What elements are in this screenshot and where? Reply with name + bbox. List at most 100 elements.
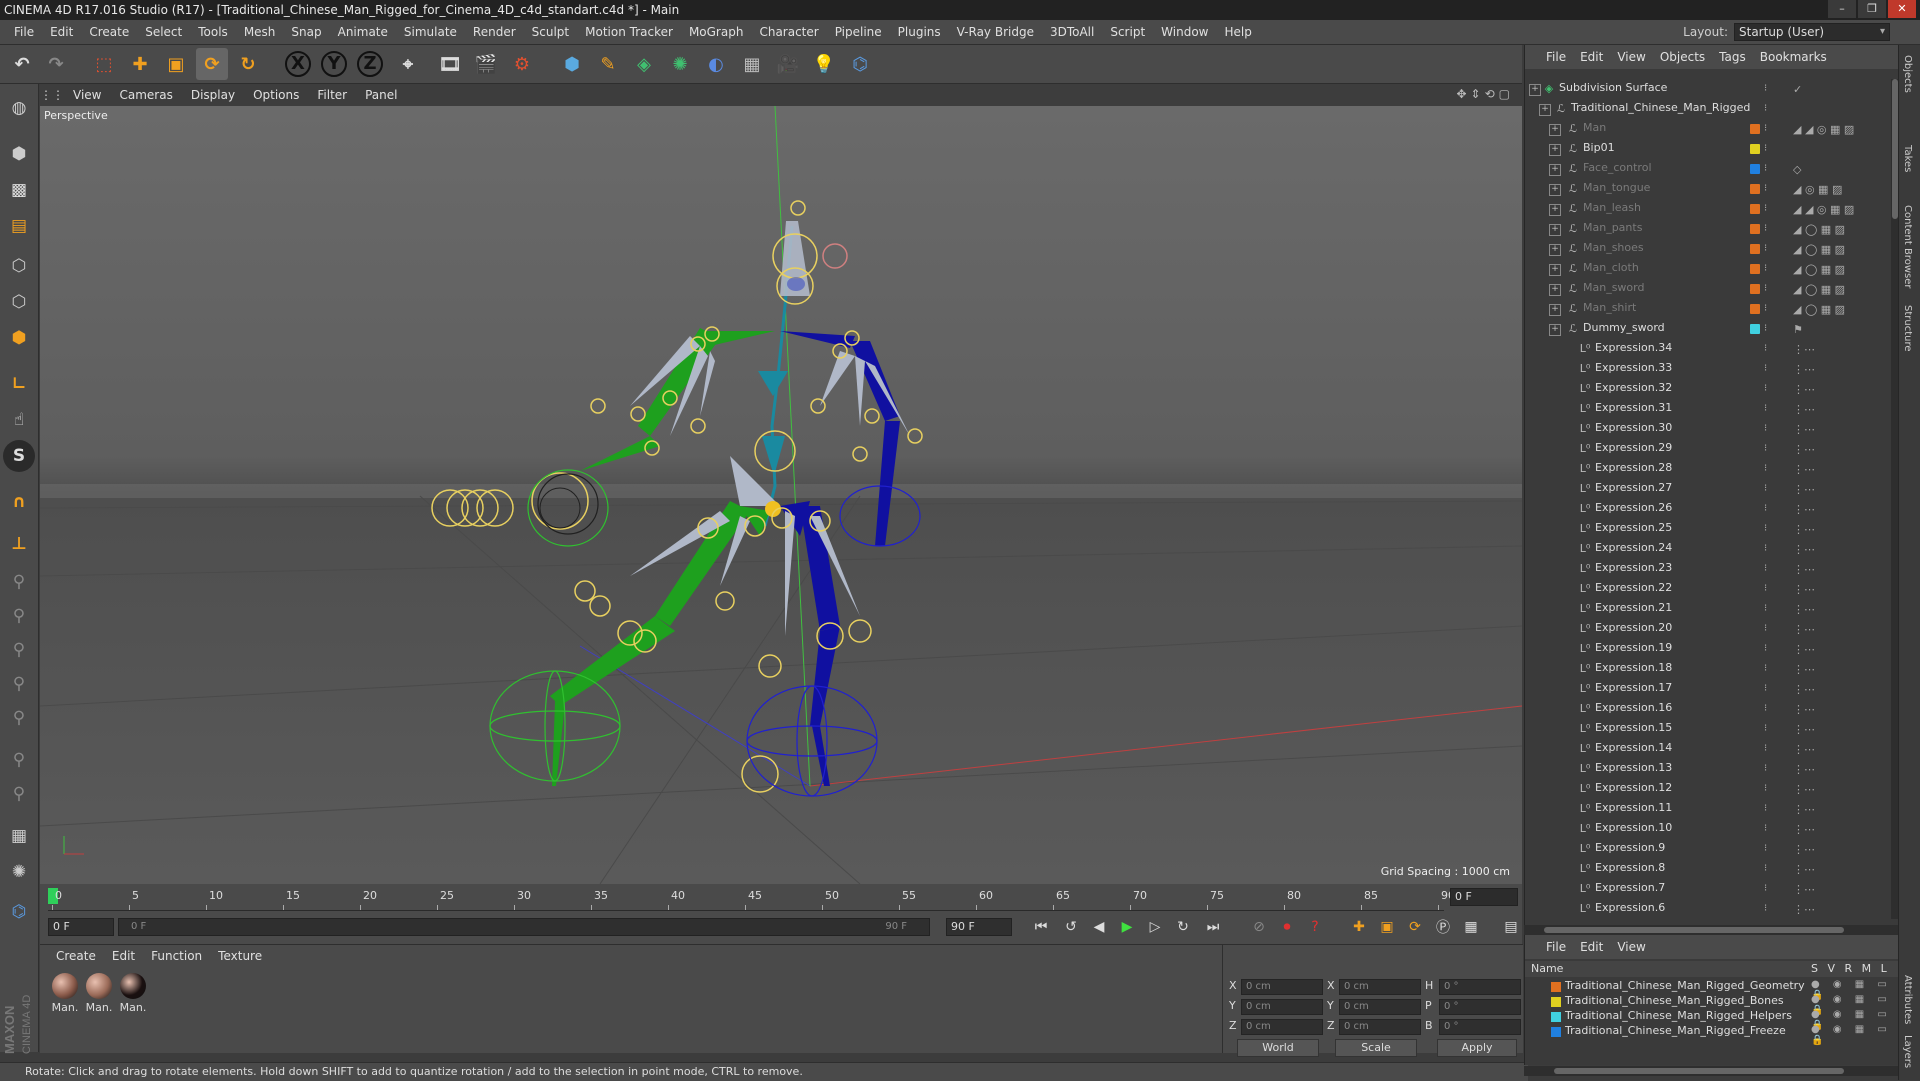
menu-motion-tracker[interactable]: Motion Tracker <box>577 20 681 44</box>
visibility-dots-icon[interactable]: ⁝ <box>1764 743 1774 755</box>
object-row[interactable]: + ℒ Man_shoes ⁝ ◢ ◯ ▦ ▨ <box>1525 239 1889 259</box>
layer-menu-file[interactable]: File <box>1539 940 1573 954</box>
object-row[interactable]: L⁰ Expression.29 ⁝ ⋮⋯ <box>1525 439 1889 459</box>
close-button[interactable]: ✕ <box>1888 0 1916 18</box>
expand-toggle-icon[interactable]: + <box>1529 84 1541 96</box>
weight-tool-icon[interactable]: ⚲ <box>3 702 35 734</box>
key-rotation-icon[interactable]: ⟳ <box>1404 916 1426 938</box>
orbit-icon[interactable]: ⟲ <box>1485 87 1495 101</box>
object-row[interactable]: L⁰ Expression.19 ⁝ ⋮⋯ <box>1525 639 1889 659</box>
render-settings-icon[interactable]: ⚙ <box>506 48 538 80</box>
pose-morph-icon[interactable]: ⚲ <box>3 744 35 776</box>
object-row[interactable]: + ◈ Subdivision Surface ⁝ ✓ <box>1525 79 1889 99</box>
material-menu-function[interactable]: Function <box>143 949 210 963</box>
workplane-icon[interactable]: ▤ <box>3 210 35 242</box>
undo-icon[interactable]: ↶ <box>6 48 38 80</box>
material-menu-create[interactable]: Create <box>48 949 104 963</box>
3d-viewport[interactable]: Perspective Grid Spacing : 1000 cm <box>40 106 1522 884</box>
menu-mograph[interactable]: MoGraph <box>681 20 752 44</box>
visibility-dots-icon[interactable]: ⁝ <box>1764 203 1774 215</box>
key-parameter-icon[interactable]: Ⓟ <box>1432 916 1454 938</box>
menu-simulate[interactable]: Simulate <box>396 20 465 44</box>
layer-scrollbar-thumb[interactable] <box>1554 1068 1844 1074</box>
visibility-dots-icon[interactable]: ⁝ <box>1764 103 1774 115</box>
material-item[interactable]: Man. <box>84 973 114 1014</box>
visibility-dots-icon[interactable]: ⁝ <box>1764 683 1774 695</box>
visibility-dots-icon[interactable]: ⁝ <box>1764 843 1774 855</box>
paint-icon[interactable]: ✺ <box>3 856 35 888</box>
material-menu-edit[interactable]: Edit <box>104 949 143 963</box>
object-row[interactable]: L⁰ Expression.13 ⁝ ⋮⋯ <box>1525 759 1889 779</box>
object-row[interactable]: + ℒ Man_cloth ⁝ ◢ ◯ ▦ ▨ <box>1525 259 1889 279</box>
menu-render[interactable]: Render <box>465 20 524 44</box>
side-tab-objects[interactable]: Objects <box>1902 55 1913 93</box>
layer-row[interactable]: Traditional_Chinese_Man_Rigged_Helpers ● … <box>1525 1009 1899 1031</box>
visibility-dots-icon[interactable]: ⁝ <box>1764 903 1774 915</box>
object-row[interactable]: L⁰ Expression.34 ⁝ ⋮⋯ <box>1525 339 1889 359</box>
object-row[interactable]: + ℒ Face_control ⁝ ◇ <box>1525 159 1889 179</box>
play-icon[interactable]: ▶ <box>1116 916 1138 938</box>
menu-window[interactable]: Window <box>1153 20 1216 44</box>
current-frame-field[interactable]: 0 F <box>1450 888 1518 906</box>
visibility-dots-icon[interactable]: ⁝ <box>1764 383 1774 395</box>
object-row[interactable]: + ℒ Man ⁝ ◢ ◢ ◎ ▦ ▨ <box>1525 119 1889 139</box>
visibility-dots-icon[interactable]: ⁝ <box>1764 763 1774 775</box>
visibility-dots-icon[interactable]: ⁝ <box>1764 803 1774 815</box>
material-item[interactable]: Man. <box>50 973 80 1014</box>
object-row[interactable]: L⁰ Expression.24 ⁝ ⋮⋯ <box>1525 539 1889 559</box>
object-row[interactable]: L⁰ Expression.30 ⁝ ⋮⋯ <box>1525 419 1889 439</box>
menu-script[interactable]: Script <box>1102 20 1153 44</box>
layout-dropdown[interactable]: Startup (User) <box>1734 23 1890 41</box>
render-picture-viewer-icon[interactable]: 🎬 <box>470 48 502 80</box>
visibility-dots-icon[interactable]: ⁝ <box>1764 623 1774 635</box>
object-row[interactable]: L⁰ Expression.23 ⁝ ⋮⋯ <box>1525 559 1889 579</box>
side-tab-attributes[interactable]: Attributes <box>1902 975 1913 1024</box>
record-active-icon[interactable]: ⊘ <box>1248 916 1270 938</box>
object-row[interactable]: L⁰ Expression.21 ⁝ ⋮⋯ <box>1525 599 1889 619</box>
previous-frame-icon[interactable]: ◀ <box>1088 916 1110 938</box>
visibility-dots-icon[interactable]: ⁝ <box>1764 723 1774 735</box>
object-row[interactable]: + ℒ Man_sword ⁝ ◢ ◯ ▦ ▨ <box>1525 279 1889 299</box>
visibility-dots-icon[interactable]: ⁝ <box>1764 523 1774 535</box>
side-tab-content-browser[interactable]: Content Browser <box>1902 205 1913 288</box>
visibility-dots-icon[interactable]: ⁝ <box>1764 343 1774 355</box>
material-item[interactable]: Man. <box>118 973 148 1014</box>
visibility-dots-icon[interactable]: ⁝ <box>1764 663 1774 675</box>
key-pla-icon[interactable]: ▦ <box>1460 916 1482 938</box>
viewport-menu-panel[interactable]: Panel <box>356 88 406 102</box>
object-row[interactable]: L⁰ Expression.12 ⁝ ⋮⋯ <box>1525 779 1889 799</box>
cube-icon[interactable]: ⬢ <box>556 48 588 80</box>
layer-hscrollbar[interactable] <box>1524 1066 1898 1076</box>
timeline-ruler[interactable]: 0 5 10 15 20 25 30 35 40 45 50 55 60 65 70 75 80 85 90 <box>48 888 1455 911</box>
key-position-icon[interactable]: ✚ <box>1348 916 1370 938</box>
camera-icon[interactable]: 🎥 <box>772 48 804 80</box>
object-row[interactable]: L⁰ Expression.16 ⁝ ⋮⋯ <box>1525 699 1889 719</box>
visibility-dots-icon[interactable]: ⁝ <box>1764 863 1774 875</box>
snap-icon[interactable]: S <box>3 440 35 472</box>
rotate-icon[interactable]: ⟳ <box>196 48 228 80</box>
python-console-icon[interactable]: ⌬ <box>3 896 35 928</box>
visibility-dots-icon[interactable]: ⁝ <box>1764 603 1774 615</box>
size-field[interactable]: 0 cm <box>1339 1019 1421 1035</box>
axis-x-button[interactable]: X <box>282 48 314 80</box>
menu-3dtoall[interactable]: 3DToAll <box>1042 20 1102 44</box>
viewport-menu-view[interactable]: View <box>64 88 110 102</box>
expand-toggle-icon[interactable]: + <box>1539 104 1551 116</box>
viewport-menu-cameras[interactable]: Cameras <box>110 88 181 102</box>
mode-dropdown[interactable]: Scale <box>1335 1039 1417 1057</box>
redo-icon[interactable]: ↷ <box>40 48 72 80</box>
viewport-menu-filter[interactable]: Filter <box>308 88 356 102</box>
move-icon[interactable]: ✚ <box>124 48 156 80</box>
magnet-icon[interactable]: ∩ <box>3 486 35 518</box>
size-field[interactable]: 0 cm <box>1339 979 1421 995</box>
joint-tool-icon[interactable]: ⊥ <box>3 528 35 560</box>
menu-plugins[interactable]: Plugins <box>890 20 949 44</box>
expand-toggle-icon[interactable]: + <box>1549 204 1561 216</box>
side-tab-structure[interactable]: Structure <box>1902 305 1913 352</box>
scale-icon[interactable]: ▣ <box>160 48 192 80</box>
visibility-dots-icon[interactable]: ⁝ <box>1764 483 1774 495</box>
object-menu-bookmarks[interactable]: Bookmarks <box>1753 50 1834 64</box>
visibility-dots-icon[interactable]: ⁝ <box>1764 563 1774 575</box>
expand-toggle-icon[interactable]: + <box>1549 264 1561 276</box>
position-field[interactable]: 0 cm <box>1241 979 1323 995</box>
